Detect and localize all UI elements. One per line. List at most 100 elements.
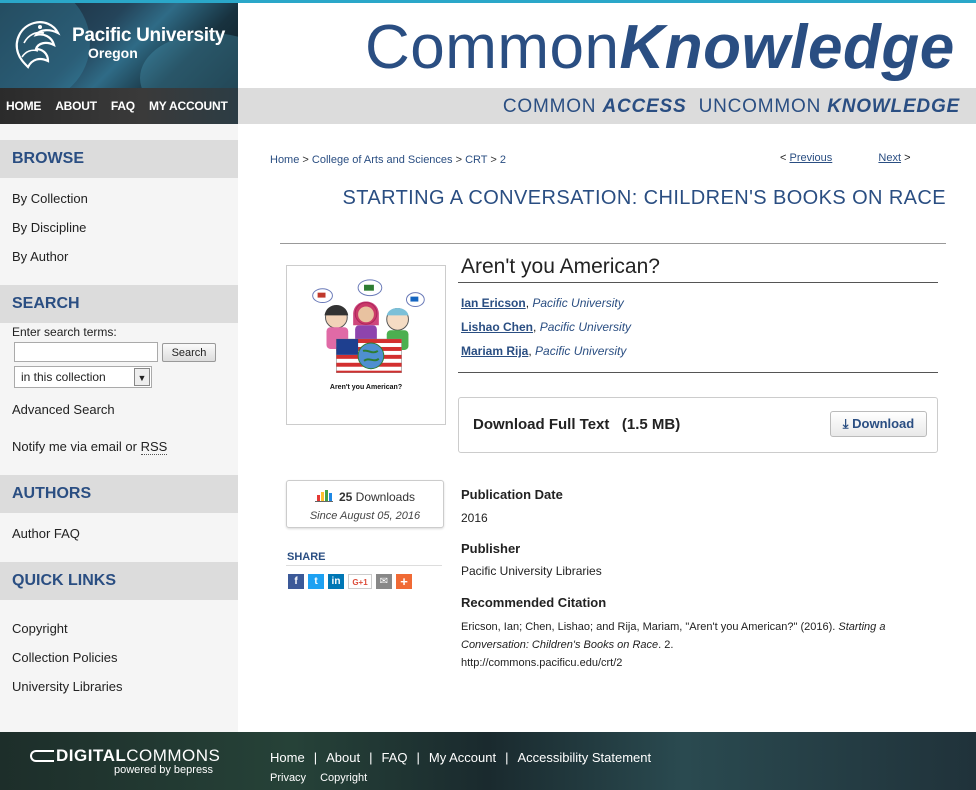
- search-input[interactable]: [14, 342, 158, 362]
- breadcrumb-crt[interactable]: CRT: [465, 154, 487, 166]
- digital-commons-mark-icon: [30, 750, 54, 762]
- divider: [458, 372, 938, 373]
- site-title[interactable]: CommonKnowledge: [365, 12, 955, 83]
- item-title: Aren't you American?: [461, 255, 660, 278]
- dc-logo-part-2: COMMONS: [126, 746, 221, 765]
- metrics-since: Since August 05, 2016: [309, 510, 421, 522]
- breadcrumb-item[interactable]: 2: [500, 154, 506, 166]
- email-share-icon[interactable]: ✉: [376, 574, 392, 589]
- browse-heading: BROWSE: [0, 140, 238, 178]
- download-count-unit: Downloads: [355, 490, 416, 504]
- dc-logo-part-1: DIGITAL: [56, 746, 127, 765]
- author-link[interactable]: Mariam Rija: [461, 344, 528, 358]
- logo-subtitle: Oregon: [88, 45, 138, 61]
- tagline-word: KNOWLEDGE: [827, 96, 960, 117]
- notify-email-link[interactable]: Notify me via email or: [12, 439, 141, 454]
- author-link[interactable]: Lishao Chen: [461, 320, 533, 334]
- author-entry: Lishao Chen, Pacific University: [461, 320, 631, 334]
- twitter-share-icon[interactable]: t: [308, 574, 324, 589]
- next-link[interactable]: Next: [878, 152, 901, 164]
- tagline-word: UNCOMMON: [698, 96, 822, 117]
- footer-separator: |: [313, 750, 318, 765]
- footer-separator: |: [505, 750, 509, 765]
- footer-separator: |: [416, 750, 420, 765]
- browse-by-collection[interactable]: By Collection: [12, 191, 88, 206]
- author-faq-link[interactable]: Author FAQ: [12, 526, 80, 541]
- advanced-search-link[interactable]: Advanced Search: [12, 402, 115, 417]
- citation-url[interactable]: http://commons.pacificu.edu/crt/2: [461, 657, 622, 669]
- divider: [286, 565, 442, 566]
- breadcrumb-college[interactable]: College of Arts and Sciences: [312, 154, 453, 166]
- sidebar: BROWSE By Collection By Discipline By Au…: [0, 124, 238, 732]
- footer-accessibility[interactable]: Accessibility Statement: [517, 750, 651, 765]
- search-scope-select[interactable]: in this collection ▼: [14, 366, 152, 388]
- footer-my-account[interactable]: My Account: [429, 750, 496, 765]
- facebook-share-icon[interactable]: f: [288, 574, 304, 589]
- share-label: SHARE: [287, 551, 326, 563]
- footer-home[interactable]: Home: [270, 750, 305, 765]
- previous-link[interactable]: Previous: [790, 152, 833, 164]
- nav-home[interactable]: HOME: [6, 99, 41, 113]
- breadcrumb-separator: >: [490, 154, 497, 166]
- file-size: (1.5 MB): [621, 416, 681, 433]
- site-title-part-2: Knowledge: [619, 13, 955, 82]
- search-heading: SEARCH: [0, 285, 238, 323]
- breadcrumb-separator: >: [302, 154, 309, 166]
- dropdown-arrow-icon[interactable]: ▼: [134, 368, 150, 386]
- author-entry: Ian Ericson, Pacific University: [461, 296, 624, 310]
- nav-about[interactable]: ABOUT: [55, 99, 97, 113]
- cover-illustration: [312, 279, 425, 373]
- publication-date-label: Publication Date: [461, 487, 563, 502]
- search-scope-value: in this collection: [21, 370, 106, 384]
- notify-line: Notify me via email or RSS: [12, 439, 168, 455]
- site-header: Pacific University Oregon CommonKnowledg…: [0, 0, 976, 124]
- download-metrics[interactable]: 25 Downloads Since August 05, 2016: [286, 480, 444, 528]
- author-affiliation: Pacific University: [532, 296, 624, 310]
- add-share-icon[interactable]: +: [396, 574, 412, 589]
- download-button[interactable]: ⤓ Download: [830, 411, 927, 437]
- browse-by-discipline[interactable]: By Discipline: [12, 220, 86, 235]
- search-button[interactable]: Search: [162, 343, 216, 362]
- footer-nav: Home | About | FAQ | My Account | Accessibility …: [270, 750, 651, 765]
- publication-date-value: 2016: [461, 511, 488, 525]
- footer-about[interactable]: About: [326, 750, 360, 765]
- boxer-logo-icon: [15, 21, 61, 69]
- bar-chart-icon: [314, 490, 333, 502]
- publisher-value: Pacific University Libraries: [461, 564, 602, 578]
- divider: [280, 243, 946, 244]
- previous-arrow: <: [780, 152, 787, 164]
- breadcrumb-home[interactable]: Home: [270, 154, 299, 166]
- author-entry: Mariam Rija, Pacific University: [461, 344, 626, 358]
- footer-faq[interactable]: FAQ: [381, 750, 407, 765]
- nav-faq[interactable]: FAQ: [111, 99, 135, 113]
- digital-commons-logo[interactable]: DIGITALCOMMONS: [30, 746, 220, 766]
- item-pager: < Previous Next >: [780, 152, 911, 164]
- footer-secondary-nav: Privacy Copyright: [270, 772, 381, 784]
- university-logo[interactable]: Pacific University Oregon: [0, 3, 238, 88]
- footer-privacy[interactable]: Privacy: [270, 772, 306, 784]
- browse-by-author[interactable]: By Author: [12, 249, 68, 264]
- cover-thumbnail[interactable]: Aren't you American?: [286, 265, 446, 425]
- quick-links-heading: QUICK LINKS: [0, 562, 238, 600]
- authors-heading: AUTHORS: [0, 475, 238, 513]
- site-title-part-1: Common: [365, 13, 620, 82]
- download-count: 25 Downloads: [287, 489, 443, 504]
- author-affiliation: Pacific University: [539, 320, 632, 334]
- author-link[interactable]: Ian Ericson: [461, 296, 526, 310]
- author-separator: ,: [533, 320, 540, 334]
- quick-link-university-libraries[interactable]: University Libraries: [12, 679, 123, 694]
- footer-copyright[interactable]: Copyright: [320, 772, 367, 784]
- download-icon: ⤓: [842, 416, 849, 431]
- citation-number: . 2.: [658, 639, 674, 651]
- rss-link[interactable]: RSS: [140, 439, 168, 455]
- series-title[interactable]: STARTING A CONVERSATION: CHILDREN'S BOOK…: [342, 187, 946, 210]
- linkedin-share-icon[interactable]: in: [328, 574, 344, 589]
- tagline: COMMON ACCESS UNCOMMON KNOWLEDGE: [503, 96, 960, 118]
- download-button-label: Download: [852, 416, 915, 431]
- quick-link-collection-policies[interactable]: Collection Policies: [12, 650, 118, 665]
- google-plus-share-icon[interactable]: G+1: [348, 574, 372, 589]
- nav-my-account[interactable]: MY ACCOUNT: [149, 99, 228, 113]
- quick-link-copyright[interactable]: Copyright: [12, 621, 68, 636]
- logo-title: Pacific University: [72, 25, 226, 46]
- recommended-citation: Ericson, Ian; Chen, Lishao; and Rija, Ma…: [461, 618, 931, 672]
